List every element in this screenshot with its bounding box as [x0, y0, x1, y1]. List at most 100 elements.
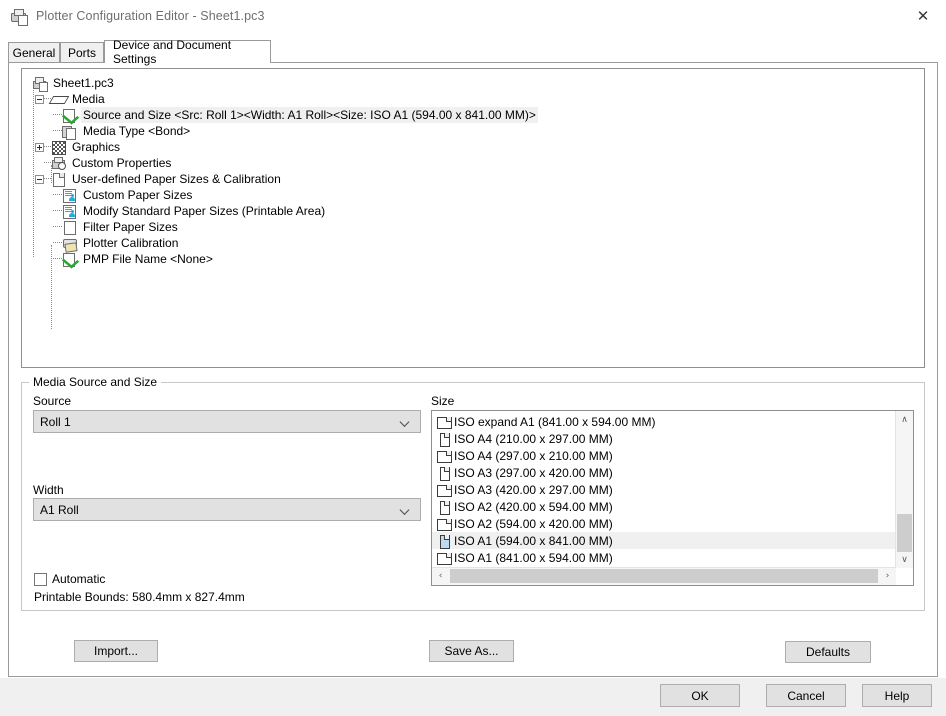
automatic-label: Automatic — [52, 572, 106, 586]
chevron-down-icon — [401, 505, 410, 514]
tree-item-custom-properties[interactable]: Custom Properties — [28, 155, 924, 171]
landscape-page-icon — [437, 449, 452, 463]
tab-ports[interactable]: Ports — [60, 42, 104, 62]
checkerboard-icon — [51, 140, 67, 155]
tree-item-label: Sheet1.pc3 — [53, 76, 114, 90]
printer-icon — [10, 7, 28, 26]
media-source-and-size-group-title: Media Source and Size — [29, 375, 162, 389]
size-list-horizontal-scrollbar[interactable]: ‹ › — [432, 567, 896, 585]
ok-button[interactable]: OK — [660, 684, 740, 707]
tab-strip: General Ports Device and Document Settin… — [8, 38, 938, 66]
size-list-item-label: ISO A3 (297.00 x 420.00 MM) — [454, 465, 613, 480]
size-list-item[interactable]: ISO A1 (841.00 x 594.00 MM) — [432, 549, 896, 566]
size-list-item-label: ISO A4 (297.00 x 210.00 MM) — [454, 448, 613, 463]
tab-device-and-document-settings[interactable]: Device and Document Settings — [104, 38, 271, 66]
settings-tree[interactable]: Sheet1.pc3 Media Source and Size <Src: R… — [21, 68, 925, 368]
horizontal-scrollbar-thumb[interactable] — [450, 569, 878, 583]
portrait-page-icon — [437, 466, 451, 481]
size-label: Size — [431, 394, 455, 408]
media-sheet-icon — [48, 92, 70, 106]
size-list-item-label: ISO A1 (594.00 x 841.00 MM) — [454, 533, 613, 548]
size-list-vertical-scrollbar[interactable]: ∧ ∨ — [895, 411, 913, 568]
green-check-page-icon — [61, 108, 80, 125]
printable-bounds-text: Printable Bounds: 580.4mm x 827.4mm — [34, 590, 245, 604]
size-list-item-label: ISO A2 (420.00 x 594.00 MM) — [454, 499, 613, 514]
save-as-button[interactable]: Save As... — [429, 640, 514, 662]
tree-item-label: User-defined Paper Sizes & Calibration — [72, 172, 281, 186]
scroll-down-icon[interactable]: ∨ — [896, 551, 913, 568]
size-list-item[interactable]: ISO A4 (297.00 x 210.00 MM) — [432, 447, 896, 464]
page-corner-icon — [51, 172, 67, 187]
scrollbar-corner — [896, 568, 913, 585]
landscape-page-icon — [437, 517, 452, 531]
tree-item-label: Graphics — [72, 140, 121, 154]
size-list-item[interactable]: ISO A1 (594.00 x 841.00 MM) — [432, 532, 896, 549]
size-list-item-label: ISO A2 (594.00 x 420.00 MM) — [454, 516, 613, 531]
scroll-left-icon[interactable]: ‹ — [432, 568, 449, 584]
chevron-down-icon — [401, 417, 410, 426]
landscape-page-icon — [437, 415, 452, 429]
tree-expander-minus-icon[interactable] — [35, 174, 44, 184]
import-button[interactable]: Import... — [74, 640, 158, 662]
printer-config-icon — [32, 76, 48, 92]
green-check-page-icon — [61, 252, 80, 269]
width-value: A1 Roll — [40, 502, 79, 517]
vertical-scrollbar-thumb[interactable] — [897, 514, 912, 552]
size-list-box[interactable]: ISO expand A1 (841.00 x 594.00 MM) ISO A4… — [431, 410, 914, 586]
tab-general[interactable]: General — [8, 42, 60, 62]
checkbox-box-icon — [34, 572, 47, 586]
window-title: Plotter Configuration Editor - Sheet1.pc… — [36, 9, 265, 23]
defaults-button[interactable]: Defaults — [785, 641, 871, 663]
tree-item-custom-paper-sizes[interactable]: Custom Paper Sizes — [28, 187, 924, 203]
tree-item-label: Plotter Calibration — [83, 236, 179, 250]
source-label: Source — [33, 394, 72, 408]
tree-item-label: Source and Size <Src: Roll 1><Width: A1 … — [81, 107, 538, 123]
tree-item-filter-paper-sizes[interactable]: Filter Paper Sizes — [28, 219, 924, 235]
tree-item-plotter-calibration[interactable]: Plotter Calibration — [28, 235, 924, 253]
size-list-item[interactable]: ISO A2 (594.00 x 420.00 MM) — [432, 515, 896, 532]
tree-item-root[interactable]: Sheet1.pc3 — [28, 75, 924, 92]
size-list-item[interactable]: ISO A3 (297.00 x 420.00 MM) — [432, 464, 896, 481]
automatic-checkbox[interactable]: Automatic — [34, 572, 105, 586]
size-list-item[interactable]: ISO A2 (420.00 x 594.00 MM) — [432, 498, 896, 515]
calibration-icon — [62, 236, 78, 253]
size-list-item-label: ISO expand A1 (841.00 x 594.00 MM) — [454, 414, 656, 429]
printer-properties-icon — [51, 156, 67, 170]
size-list-item[interactable]: ISO A3 (420.00 x 297.00 MM) — [432, 481, 896, 498]
tree-item-graphics[interactable]: Graphics — [28, 139, 924, 155]
portrait-page-icon — [437, 500, 451, 515]
landscape-page-icon — [437, 551, 452, 565]
tree-item-user-defined-paper-sizes[interactable]: User-defined Paper Sizes & Calibration — [28, 171, 924, 187]
landscape-page-icon — [437, 483, 452, 497]
tree-item-media-type[interactable]: Media Type <Bond> — [28, 123, 924, 140]
source-dropdown[interactable]: Roll 1 — [33, 410, 421, 433]
scroll-up-icon[interactable]: ∧ — [896, 411, 913, 428]
scroll-right-icon[interactable]: › — [879, 568, 896, 584]
tree-item-source-and-size[interactable]: Source and Size <Src: Roll 1><Width: A1 … — [28, 107, 924, 125]
tree-item-modify-standard-paper-sizes[interactable]: Modify Standard Paper Sizes (Printable A… — [28, 203, 924, 219]
tree-item-label: Media — [72, 92, 105, 106]
tree-item-pmp-file-name[interactable]: PMP File Name <None> — [28, 251, 924, 269]
tree-expander-plus-icon[interactable] — [35, 142, 44, 152]
tree-item-label: Filter Paper Sizes — [83, 220, 178, 234]
copy-pages-icon — [62, 124, 78, 140]
blank-page-icon — [62, 220, 78, 235]
user-page-icon — [62, 188, 78, 203]
source-value: Roll 1 — [40, 414, 71, 429]
tree-item-label: Modify Standard Paper Sizes (Printable A… — [83, 204, 326, 218]
close-icon[interactable]: ✕ — [900, 0, 946, 31]
tree-item-label: Custom Properties — [72, 156, 172, 170]
size-list-item[interactable]: ISO expand A1 (841.00 x 594.00 MM) — [432, 413, 896, 430]
portrait-page-icon — [437, 534, 451, 549]
title-bar: Plotter Configuration Editor - Sheet1.pc… — [0, 0, 946, 32]
portrait-page-icon — [437, 432, 451, 447]
tree-item-media[interactable]: Media — [28, 91, 924, 107]
size-list-item-label: ISO A1 (841.00 x 594.00 MM) — [454, 550, 613, 565]
size-list-item[interactable]: ISO A4 (210.00 x 297.00 MM) — [432, 430, 896, 447]
cancel-button[interactable]: Cancel — [766, 684, 846, 707]
width-dropdown[interactable]: A1 Roll — [33, 498, 421, 521]
tree-item-label: Media Type <Bond> — [83, 124, 191, 138]
help-button[interactable]: Help — [862, 684, 932, 707]
tree-expander-minus-icon[interactable] — [35, 94, 44, 104]
tree-item-label: PMP File Name <None> — [83, 252, 213, 266]
